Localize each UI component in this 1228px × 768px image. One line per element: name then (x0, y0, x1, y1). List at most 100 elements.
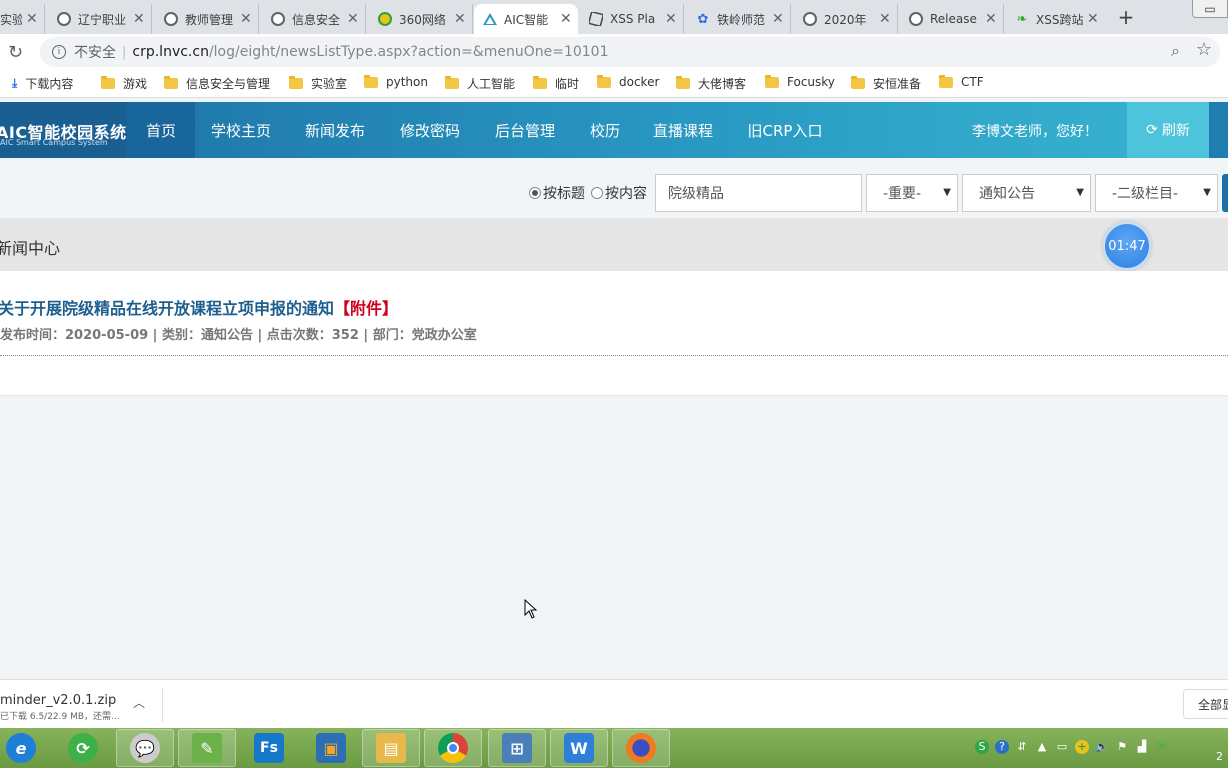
taskbar-chrome[interactable] (424, 729, 482, 767)
bookmark-folder[interactable]: 人工智能 (445, 75, 515, 92)
nav-news-publish[interactable]: 新闻发布 (289, 102, 381, 158)
keyword-input[interactable] (655, 174, 862, 212)
folder-icon (939, 74, 953, 88)
radio-dot (529, 187, 541, 199)
nav-school-home[interactable]: 学校主页 (195, 102, 287, 158)
nav-change-password[interactable]: 修改密码 (384, 102, 476, 158)
minimize-icon[interactable]: ▭ (1192, 0, 1228, 18)
floating-timer[interactable]: 01:47 (1103, 222, 1151, 270)
nav-admin[interactable]: 后台管理 (478, 102, 572, 158)
taskbar-360[interactable]: ⟳ (54, 729, 112, 767)
close-icon[interactable]: ✕ (133, 11, 145, 27)
taskbar-firefox[interactable] (612, 729, 670, 767)
bookmark-folder[interactable]: Focusky (765, 74, 835, 89)
close-icon[interactable]: ✕ (240, 11, 252, 27)
select-value: -二级栏目- (1112, 186, 1179, 202)
zoom-icon[interactable]: ⌕ (1171, 41, 1180, 61)
taskbar-wechat[interactable]: 💬 (116, 729, 174, 767)
subcolumn-select[interactable]: -二级栏目- ▼ (1095, 174, 1218, 212)
taskbar-vmware[interactable]: ▣ (302, 729, 360, 767)
browser-tab[interactable]: ✿ 铁岭师范 ✕ (687, 4, 791, 34)
volume-icon[interactable]: 🔈 (1095, 740, 1109, 754)
signal-icon[interactable]: ▟ (1135, 740, 1149, 754)
taskbar-ie[interactable]: e (0, 729, 50, 767)
tab-title: 辽宁职业 (78, 12, 127, 27)
select-value: 通知公告 (979, 186, 1035, 202)
close-icon[interactable]: ✕ (879, 11, 891, 27)
attachment-tag[interactable]: 【附件】 (334, 299, 398, 318)
bookmark-folder[interactable]: 信息安全与管理 (164, 75, 270, 92)
tab-title: 教师管理 (185, 12, 234, 27)
bookmark-folder[interactable]: 临时 (533, 75, 579, 92)
browser-tab-active[interactable]: AIC智能 ✕ (474, 4, 578, 34)
bookmark-folder[interactable]: 游戏 (101, 75, 147, 92)
new-tab-button[interactable]: + (1112, 5, 1140, 29)
address-bar[interactable]: i 不安全 | crp.lnvc.cn/log/eight/newsListTy… (40, 37, 1220, 67)
wps-icon: W (564, 733, 594, 763)
close-icon[interactable]: ✕ (665, 11, 677, 27)
help-icon[interactable]: ? (995, 740, 1009, 754)
browser-tab[interactable]: 2020年 ✕ (794, 4, 898, 34)
security-label: 不安全 (74, 45, 116, 61)
site-logo[interactable]: AIC智能校园系统 AIC Smart Campus System (0, 102, 127, 158)
vmware-icon: ▣ (316, 733, 346, 763)
nav-home[interactable]: 首页 (127, 102, 195, 158)
nav-old-crp[interactable]: 旧CRP入口 (732, 102, 838, 158)
close-icon[interactable]: ✕ (985, 11, 997, 27)
nav-live-courses[interactable]: 直播课程 (637, 102, 729, 158)
nav-calendar[interactable]: 校历 (574, 102, 636, 158)
bookmark-folder[interactable]: CTF (939, 74, 984, 89)
search-button[interactable] (1222, 174, 1228, 212)
browser-tab[interactable]: 信息安全 ✕ (262, 4, 366, 34)
download-filename[interactable]: minder_v2.0.1.zip (0, 693, 116, 708)
bookmark-folder[interactable]: docker (597, 74, 659, 89)
shield-icon[interactable]: ⛨ (1155, 740, 1169, 754)
browser-tab[interactable]: Release ✕ (900, 4, 1004, 34)
radio-by-content[interactable]: 按内容 (591, 183, 647, 203)
category-select[interactable]: 通知公告 ▼ (962, 174, 1091, 212)
taskbar-network[interactable]: ⊞ (488, 729, 546, 767)
browser-tab[interactable]: 360网络 ✕ (369, 4, 473, 34)
globe-icon (270, 11, 286, 27)
taskbar-wps[interactable]: W (550, 729, 608, 767)
refresh-button[interactable]: ⟳ 刷新 (1127, 102, 1209, 158)
usb-icon[interactable]: ⇵ (1015, 740, 1029, 754)
taskbar-clock[interactable]: 2 (1216, 750, 1223, 763)
close-icon[interactable]: ✕ (454, 11, 466, 27)
bookmark-folder[interactable]: 安恒准备 (851, 75, 921, 92)
paw-icon: ✿ (697, 11, 709, 27)
browser-tab[interactable]: 实验 ✕ (0, 4, 45, 34)
network-icon[interactable]: ▭ (1055, 740, 1069, 754)
browser-tab[interactable]: 教师管理 ✕ (155, 4, 259, 34)
tray-expand-icon[interactable]: ▲ (1035, 740, 1049, 754)
browser-tab[interactable]: XSS Pla ✕ (580, 4, 684, 34)
close-icon[interactable]: ✕ (772, 11, 784, 27)
info-icon[interactable]: i (52, 45, 66, 59)
bookmark-folder[interactable]: 实验室 (289, 75, 347, 92)
bookmark-folder[interactable]: 大佬博客 (676, 75, 746, 92)
url-host: crp.lnvc.cn (132, 44, 209, 60)
close-icon[interactable]: ✕ (1087, 11, 1099, 27)
bookmark-folder[interactable]: python (364, 74, 428, 89)
url-text[interactable]: crp.lnvc.cn/log/eight/newsListType.aspx?… (132, 44, 608, 60)
flag-icon[interactable]: ⚑ (1115, 740, 1129, 754)
browser-tab[interactable]: ❧ XSS跨站 ✕ (1006, 4, 1105, 34)
show-all-downloads-button[interactable]: 全部显示 (1183, 689, 1228, 719)
sogou-icon[interactable]: S (975, 740, 989, 754)
browser-tab[interactable]: 辽宁职业 ✕ (48, 4, 152, 34)
taskbar-explorer[interactable]: ▤ (362, 729, 420, 767)
taskbar-notepad[interactable]: ✎ (178, 729, 236, 767)
close-icon[interactable]: ✕ (26, 11, 38, 27)
taskbar-focusky[interactable]: Fs (240, 729, 298, 767)
bookmark-downloads[interactable]: ⤓ 下载内容 (12, 75, 73, 92)
radio-by-title[interactable]: 按标题 (529, 183, 585, 203)
importance-select[interactable]: -重要- ▼ (866, 174, 958, 212)
chevron-up-icon[interactable]: ︿ (133, 694, 145, 711)
star-icon[interactable]: ☆ (1196, 39, 1212, 60)
news-item-title[interactable]: 关于开展院级精品在线开放课程立项申报的通知【附件】 (0, 295, 398, 319)
close-icon[interactable]: ✕ (347, 11, 359, 27)
download-progress: 已下载 6.5/22.9 MB，还需... (0, 712, 120, 722)
reload-icon[interactable]: ↻ (8, 42, 23, 63)
close-icon[interactable]: ✕ (560, 11, 572, 27)
security-360-icon[interactable]: + (1075, 740, 1089, 754)
